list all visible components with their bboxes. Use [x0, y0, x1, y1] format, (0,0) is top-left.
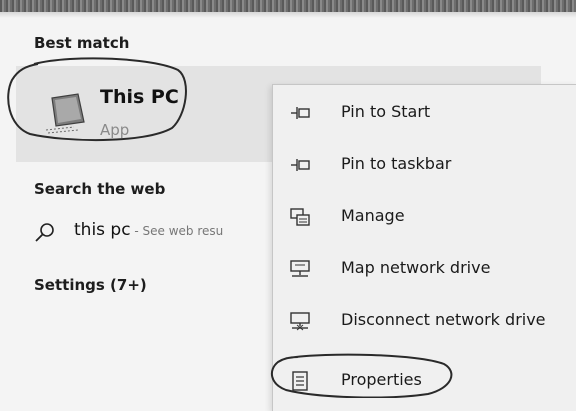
menu-label: Pin to Start — [341, 102, 431, 121]
pin-icon — [291, 107, 310, 119]
best-match-heading: Best match — [34, 34, 130, 52]
menu-item-pin-to-taskbar[interactable]: Pin to taskbar — [273, 143, 576, 187]
map-network-drive-icon — [290, 260, 310, 277]
menu-item-manage[interactable]: Manage — [273, 195, 576, 239]
settings-heading: Settings (7+) — [34, 276, 147, 294]
properties-icon — [292, 371, 308, 391]
menu-item-disconnect-network-drive[interactable]: Disconnect network drive — [273, 299, 576, 343]
disconnect-network-drive-icon — [290, 312, 310, 331]
menu-label: Map network drive — [341, 258, 491, 277]
pin-icon — [291, 159, 310, 171]
menu-label: Manage — [341, 206, 405, 225]
menu-label: Properties — [341, 370, 422, 389]
menu-item-pin-to-start[interactable]: Pin to Start — [273, 91, 576, 135]
search-icon — [35, 223, 54, 242]
menu-item-properties[interactable]: Properties — [273, 359, 576, 403]
web-search-query: this pc — [74, 220, 131, 240]
web-search-suffix: - See web resu — [130, 224, 224, 238]
context-menu: Pin to Start Pin to taskbar Manage Map n… — [272, 84, 576, 411]
menu-label: Disconnect network drive — [341, 310, 546, 329]
menu-item-map-network-drive[interactable]: Map network drive — [273, 247, 576, 291]
best-match-title: This PC — [100, 86, 179, 108]
menu-label: Pin to taskbar — [341, 154, 452, 173]
top-edge-strip — [0, 0, 576, 12]
search-web-heading: Search the web — [34, 180, 166, 198]
manage-icon — [290, 208, 310, 226]
computer-icon — [45, 93, 85, 134]
best-match-subtitle: App — [100, 121, 130, 139]
web-search-result[interactable]: this pc - See web resu — [34, 218, 274, 250]
